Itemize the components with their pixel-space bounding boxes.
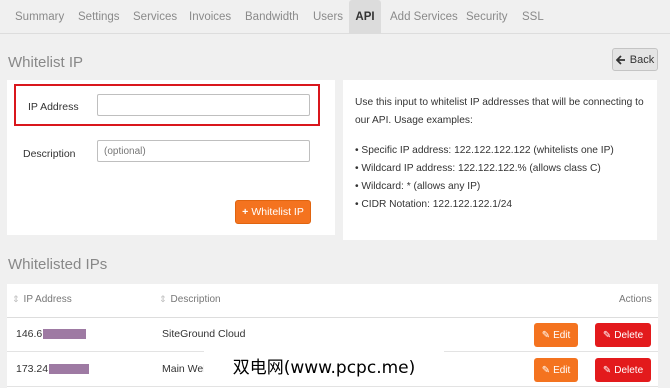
tab-users[interactable]: Users (313, 0, 343, 34)
description-label: Description (23, 148, 76, 160)
usage-example-item: Wildcard IP address: 122.122.122.% (allo… (355, 160, 645, 178)
sort-icon: ⇕ (159, 294, 167, 304)
delete-button[interactable]: ✎ Delete (595, 358, 651, 382)
edit-button-label: Edit (553, 329, 571, 341)
delete-button-label: Delete (614, 329, 644, 341)
usage-example-item: CIDR Notation: 122.122.122.1/24 (355, 196, 645, 214)
watermark: 双电网(www.pcpc.me) (204, 348, 444, 382)
ip-address-input[interactable] (97, 94, 310, 116)
whitelisted-ips-title: Whitelisted IPs (8, 256, 108, 273)
arrow-left-icon (615, 54, 625, 65)
redacted-mask (43, 329, 87, 339)
ip-value: 146.6 (16, 328, 43, 340)
usage-example-item: Specific IP address: 122.122.122.122 (wh… (355, 142, 645, 160)
edit-button[interactable]: ✎ Edit (534, 358, 578, 382)
tab-invoices[interactable]: Invoices (189, 0, 231, 34)
tab-settings[interactable]: Settings (78, 0, 120, 34)
tab-bandwidth[interactable]: Bandwidth (245, 0, 299, 34)
usage-examples: Specific IP address: 122.122.122.122 (wh… (355, 142, 645, 214)
description-column-label: Description (170, 294, 221, 305)
actions-column-label: Actions (619, 294, 652, 305)
whitelist-title: Whitelist IP (8, 54, 84, 71)
whitelist-ip-button[interactable]: + Whitelist IP (235, 200, 311, 224)
ip-value: 173.24 (16, 363, 49, 375)
description-column-header[interactable]: ⇕ Description (159, 294, 221, 305)
delete-button[interactable]: ✎ Delete (595, 323, 651, 347)
tab-summary[interactable]: Summary (15, 0, 64, 34)
usage-info-panel: Use this input to whitelist IP addresses… (343, 80, 657, 240)
back-button-label: Back (629, 53, 655, 66)
ip-cell: 173.24 (16, 363, 90, 375)
whitelist-ip-button-label: Whitelist IP (251, 206, 304, 218)
table-header: ⇕ IP Address ⇕ Description Actions (7, 284, 658, 318)
tab-services[interactable]: Services (133, 0, 177, 34)
back-button[interactable]: Back (612, 48, 658, 71)
table-row: 146.6 SiteGround Cloud ✎ Edit ✎ Delete (7, 318, 658, 352)
description-cell: SiteGround Cloud (162, 328, 246, 340)
plus-icon: + (242, 206, 249, 218)
description-input[interactable] (97, 140, 310, 162)
usage-example-item: Wildcard: * (allows any IP) (355, 178, 645, 196)
delete-icon: ✎ (602, 364, 612, 376)
edit-icon: ✎ (541, 329, 551, 341)
tab-bar: Summary Settings Services Invoices Bandw… (0, 0, 670, 34)
ip-address-label: IP Address (28, 101, 79, 113)
whitelist-form: IP Address Description + Whitelist IP (7, 80, 335, 235)
ip-column-label: IP Address (23, 294, 72, 305)
tab-security[interactable]: Security (466, 0, 508, 34)
ip-cell: 146.6 (16, 328, 87, 340)
edit-icon: ✎ (541, 364, 551, 376)
ip-column-header[interactable]: ⇕ IP Address (12, 294, 72, 305)
sort-icon: ⇕ (12, 294, 20, 304)
delete-icon: ✎ (602, 329, 612, 341)
edit-button[interactable]: ✎ Edit (534, 323, 578, 347)
delete-button-label: Delete (614, 364, 644, 376)
tab-add-services[interactable]: Add Services (390, 0, 458, 34)
tab-api[interactable]: API (349, 0, 381, 34)
usage-intro: Use this input to whitelist IP addresses… (355, 97, 644, 126)
redacted-mask (49, 364, 90, 374)
edit-button-label: Edit (553, 364, 571, 376)
tab-ssl[interactable]: SSL (522, 0, 544, 34)
actions-column-header: Actions (619, 294, 652, 305)
